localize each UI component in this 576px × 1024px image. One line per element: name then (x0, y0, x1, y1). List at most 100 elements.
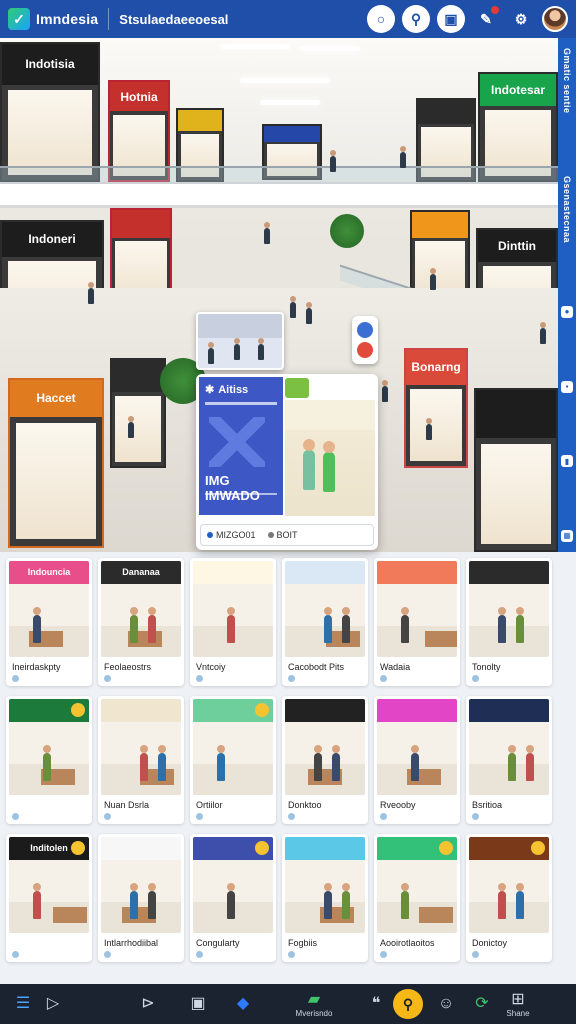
store-tile[interactable]: Inditolen (6, 834, 92, 962)
tile-counter (425, 631, 457, 647)
store-tile[interactable]: Dananaa Feolaeostrs (98, 558, 184, 686)
tile-status-icon (380, 951, 387, 958)
preview-person (234, 338, 240, 360)
chat-button[interactable]: ▰ Mverisndo (284, 991, 344, 1018)
tile-status-icon (288, 951, 295, 958)
store-tile[interactable]: Tonolty (466, 558, 552, 686)
store-tile[interactable]: Bsritioa (466, 696, 552, 824)
play-icon[interactable]: ▷ (38, 995, 68, 1013)
quote-icon[interactable]: ❝ (364, 995, 388, 1013)
store-tile[interactable]: Donictoy (466, 834, 552, 962)
floating-badges[interactable] (352, 316, 378, 364)
bus-icon[interactable]: ▣ (437, 5, 465, 33)
star-icon: ✱ (205, 384, 215, 396)
tile-label: Congularty (196, 938, 240, 948)
store-tile[interactable]: Congularty (190, 834, 276, 962)
tile-thumbnail (469, 699, 549, 795)
store-tile[interactable]: Ortiilor (190, 696, 276, 824)
search-button[interactable]: ⚲ (388, 989, 428, 1019)
lock-icon[interactable]: ● (561, 305, 573, 318)
tile-person (411, 745, 419, 781)
store-tile[interactable]: Nuan Dsrla (98, 696, 184, 824)
ceiling-light (240, 78, 330, 83)
tile-person (148, 607, 156, 643)
store-tile[interactable] (6, 696, 92, 824)
avatar[interactable] (542, 6, 568, 32)
tile-floor (469, 626, 549, 657)
store-tile[interactable]: Cacobodt Pits (282, 558, 368, 686)
store-tile[interactable]: Indouncia Ineirdaskpty (6, 558, 92, 686)
face-icon[interactable]: ☺ (428, 995, 464, 1013)
tile-thumbnail (285, 561, 365, 657)
blue-badge-icon[interactable] (357, 322, 373, 338)
tile-label: Feolaeostrs (104, 662, 152, 672)
tile-status-icon (288, 813, 295, 820)
notification-icon[interactable]: ✎ (472, 5, 500, 33)
storefront (474, 388, 558, 552)
tile-person (498, 883, 506, 919)
tile-thumbnail (101, 837, 181, 933)
footer-code[interactable]: MIZGO01 (207, 530, 256, 540)
footer-right-text: BOIT (276, 530, 298, 540)
share-icon[interactable]: ⟳ (464, 995, 500, 1013)
circle-icon[interactable]: ○ (367, 5, 395, 33)
store-tile[interactable]: Fogbiis (282, 834, 368, 962)
tile-person (227, 607, 235, 643)
phone-icon[interactable]: ▮ (561, 455, 573, 468)
menu-icon[interactable]: ☰ (8, 995, 38, 1013)
notification-badge (491, 6, 499, 14)
store-window (480, 444, 552, 544)
tile-label: Nuan Dsrla (104, 800, 150, 810)
logo-text: Imndesia (36, 11, 99, 27)
tile-thumbnail: Dananaa (101, 561, 181, 657)
feature-card-heading: Aitiss (218, 383, 249, 396)
tile-status-icon (196, 951, 203, 958)
preview-person (208, 342, 214, 364)
ceiling-light (300, 46, 360, 51)
image-icon[interactable]: ▪ (561, 380, 573, 393)
bookmark-icon[interactable]: ▣ (178, 995, 218, 1013)
plant (330, 214, 364, 248)
store-window (409, 389, 463, 462)
feature-card-footer: MIZGO01 BOIT (200, 524, 374, 546)
grid-icon[interactable]: ▦ (561, 529, 573, 542)
store-tile[interactable]: Donktoo (282, 696, 368, 824)
tile-thumbnail (377, 837, 457, 933)
tile-person (324, 883, 332, 919)
store-tile[interactable]: Intlarrhodiibal (98, 834, 184, 962)
store-tile[interactable]: Rveooby (374, 696, 460, 824)
top-bar: ✓ Imndesia Stsulaedaeeoesal ○ ⚲ ▣ ✎ ⚙ (0, 0, 576, 38)
forward-icon[interactable]: ⊳ (118, 995, 178, 1013)
store-sign: Dinttin (478, 230, 556, 262)
red-badge-icon[interactable] (357, 342, 373, 358)
settings-icon[interactable]: ⚙ (507, 5, 535, 33)
store-sign (178, 110, 222, 131)
tile-thumbnail: Inditolen (9, 837, 89, 933)
app-logo[interactable]: ✓ Imndesia (8, 8, 98, 30)
shopper (264, 222, 270, 244)
green-tag-icon (285, 378, 309, 398)
ceiling-light (260, 100, 320, 105)
side-panel-strip[interactable]: Gmatic sentie Gsenastecnaa ● ▪ ▮ ▦ (558, 38, 576, 552)
tile-person (314, 745, 322, 781)
feature-card[interactable]: ✱ Aitiss IMG IMWADO MIZGO01 BOIT (196, 374, 378, 550)
preview-thumbnail[interactable] (196, 312, 284, 370)
feature-card-big-text: IMG IMWADO (205, 473, 260, 503)
tile-corner-badge-icon (439, 841, 453, 855)
grid-icon: ⊞ (511, 990, 525, 1008)
store-tile[interactable]: Wadaia (374, 558, 460, 686)
pin-icon[interactable]: ⚲ (402, 5, 430, 33)
tile-store-sign (469, 561, 549, 583)
illustration-person (323, 441, 335, 492)
tile-person (140, 745, 148, 781)
tile-status-icon (380, 675, 387, 682)
shopper (400, 146, 406, 168)
screen-title: Stsulaedaeeoesal (119, 11, 229, 27)
feather-icon[interactable]: ◆ (218, 995, 268, 1013)
store-tile[interactable]: Aooirotlaoitos (374, 834, 460, 962)
tile-person (130, 883, 138, 919)
store-tile[interactable]: Vntcoiy (190, 558, 276, 686)
footer-action[interactable]: BOIT (267, 530, 298, 540)
grid-button[interactable]: ⊞ Shane (500, 991, 536, 1018)
tile-status-icon (12, 675, 19, 682)
